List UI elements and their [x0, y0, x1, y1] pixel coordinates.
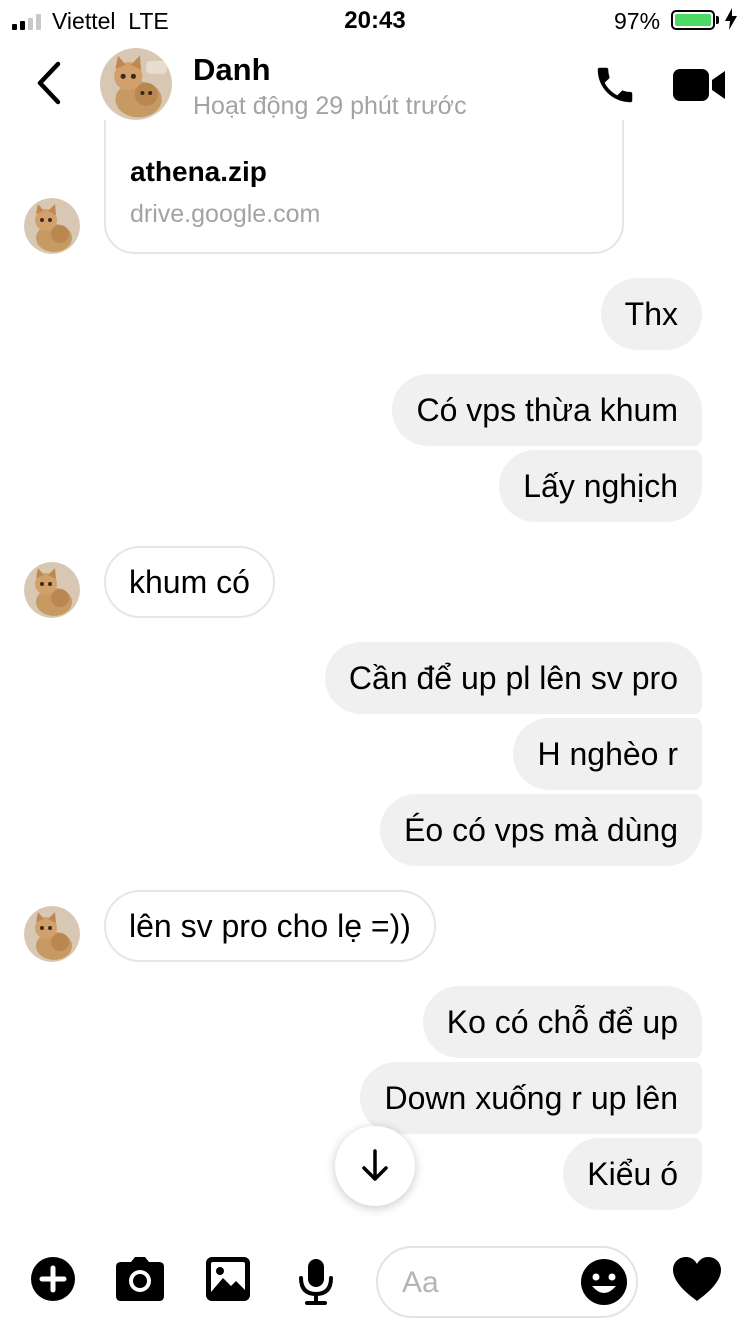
battery-icon [671, 10, 715, 30]
status-bar: Viettel LTE 20:43 97% [0, 0, 750, 40]
link-title: athena.zip [130, 156, 267, 187]
message-input[interactable] [400, 1260, 574, 1306]
arrow-down-icon [362, 1149, 388, 1181]
heart-icon[interactable] [672, 1256, 722, 1302]
link-domain: drive.google.com [130, 200, 321, 228]
back-chevron-icon[interactable] [34, 60, 64, 106]
message-composer [0, 1230, 750, 1334]
message-outgoing[interactable]: Ko có chỗ để up [422, 986, 702, 1058]
sender-avatar[interactable] [24, 562, 80, 618]
message-outgoing[interactable]: Kiểu ó [563, 1138, 702, 1210]
microphone-icon[interactable] [298, 1258, 334, 1306]
message-input-box[interactable] [376, 1246, 638, 1318]
battery-tip [716, 16, 719, 24]
emoji-icon[interactable] [580, 1258, 628, 1306]
presence-status: Hoạt động 29 phút trước [193, 92, 467, 120]
contact-name[interactable]: Danh [193, 52, 271, 88]
message-outgoing[interactable]: Down xuống r up lên [360, 1062, 702, 1134]
message-outgoing[interactable]: H nghèo r [513, 718, 702, 790]
message-outgoing[interactable]: Éo có vps mà dùng [380, 794, 702, 866]
contact-avatar[interactable] [100, 48, 172, 120]
scroll-to-bottom-button[interactable] [335, 1126, 415, 1206]
plus-icon[interactable] [30, 1256, 76, 1302]
message-outgoing[interactable]: Có vps thừa khum [392, 374, 702, 446]
link-preview-card[interactable]: athena.zip drive.google.com [104, 120, 624, 254]
sender-avatar[interactable] [24, 906, 80, 962]
message-incoming[interactable]: khum có [104, 546, 275, 618]
phone-icon[interactable] [592, 62, 638, 108]
video-camera-icon[interactable] [672, 67, 726, 103]
battery-percent: 97% [614, 8, 661, 34]
message-outgoing[interactable]: Cần để up pl lên sv pro [324, 642, 702, 714]
sender-avatar[interactable] [24, 198, 80, 254]
message-incoming[interactable]: lên sv pro cho lẹ =)) [104, 890, 436, 962]
charging-bolt-icon [725, 8, 737, 30]
chat-header: Danh Hoạt động 29 phút trước [0, 40, 750, 128]
camera-icon[interactable] [115, 1256, 165, 1302]
gallery-icon[interactable] [205, 1256, 251, 1302]
message-outgoing[interactable]: Lấy nghịch [499, 450, 702, 522]
message-outgoing[interactable]: Thx [600, 278, 702, 350]
